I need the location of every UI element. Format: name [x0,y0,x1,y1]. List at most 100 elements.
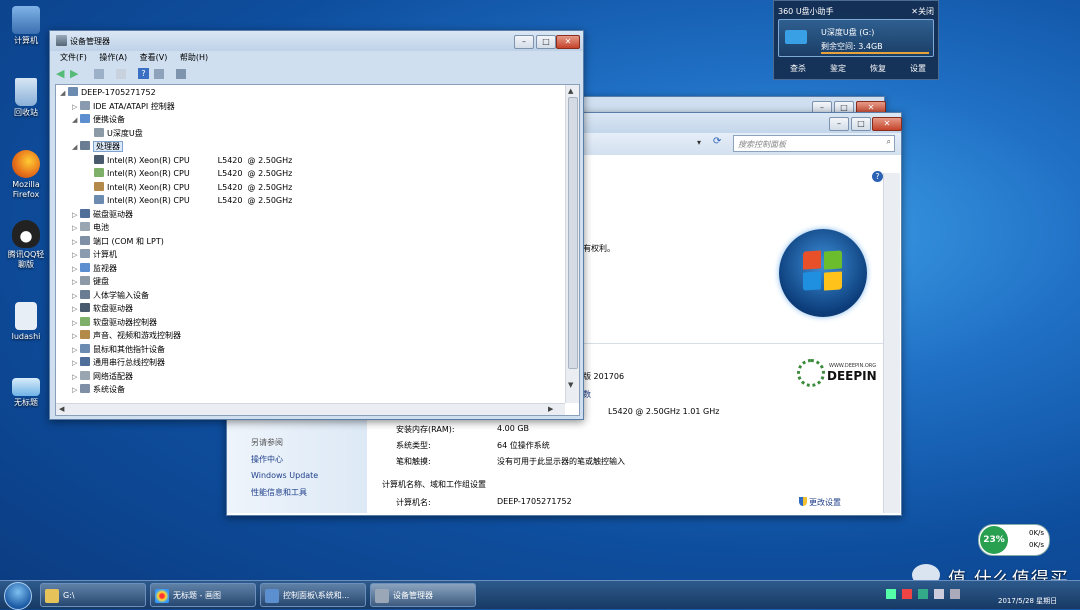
minimize-button[interactable]: – [514,35,534,49]
expand-arrow-icon[interactable]: ▷ [72,290,80,303]
tree-category[interactable]: ▷ 端口 (COM 和 LPT) [72,235,164,248]
tree-device[interactable]: Intel(R) Xeon(R) CPU L5420 @ 2.50GHz [86,194,292,207]
scroll-up-arrow-icon[interactable]: ▲ [568,87,573,95]
desktop-icon-firefox[interactable]: Mozilla Firefox [6,150,46,200]
tree-category[interactable]: ▷ 声音、视频和游戏控制器 [72,329,181,342]
tray-icon[interactable] [886,589,896,599]
forward-icon[interactable]: ▶ [70,67,78,80]
change-settings-link[interactable]: 更改设置 [799,497,841,508]
search-input[interactable]: 搜索控制面板 ⌕ [733,135,895,152]
tree-category[interactable]: ▷ 监视器 [72,262,117,275]
expand-arrow-icon[interactable]: ▷ [72,236,80,249]
close-button[interactable]: ✕ [872,117,902,131]
collapse-arrow-icon[interactable]: ◢ [60,87,68,100]
scroll-right-arrow-icon[interactable]: ▶ [548,405,553,413]
show-hide-icon[interactable] [116,69,126,79]
expand-arrow-icon[interactable]: ▷ [72,303,80,316]
usb-drive-card[interactable]: U深度U盘 (G:) 剩余空间: 3.4GB [778,19,934,57]
action-center-link[interactable]: 操作中心 [251,454,283,465]
scroll-thumb[interactable] [568,97,578,369]
maximize-button[interactable]: □ [851,117,871,131]
expand-arrow-icon[interactable]: ▷ [72,222,80,235]
tree-category[interactable]: ▷ 系统设备 [72,383,125,396]
scrollbar[interactable] [883,173,900,513]
tray-icon[interactable] [902,589,912,599]
scroll-down-arrow-icon[interactable]: ▼ [568,381,573,389]
back-icon[interactable]: ◀ [56,67,64,80]
expand-arrow-icon[interactable]: ▷ [72,209,80,222]
expand-arrow-icon[interactable]: ▷ [72,263,80,276]
tree-category[interactable]: ▷ 通用串行总线控制器 [72,356,165,369]
horizontal-scrollbar[interactable]: ◀ ▶ [56,403,565,415]
menu-file[interactable]: 文件(F) [60,53,87,62]
network-monitor-widget[interactable]: 23% 0K/s 0K/s [978,524,1050,556]
refresh-icon[interactable]: ⟳ [713,136,721,147]
menu-help[interactable]: 帮助(H) [180,53,208,62]
menu-view[interactable]: 查看(V) [140,53,168,62]
taskbar-button-device-manager[interactable]: 设备管理器 [370,583,476,607]
scan-hardware-icon[interactable] [176,69,186,79]
tree-device[interactable]: Intel(R) Xeon(R) CPU L5420 @ 2.50GHz [86,181,292,194]
restore-button[interactable]: 恢复 [870,63,886,74]
tree-category[interactable]: ▷ 软盘驱动器控制器 [72,316,157,329]
tree-category[interactable]: ▷ 软盘驱动器 [72,302,133,315]
minimize-button[interactable]: – [829,117,849,131]
expand-arrow-icon[interactable]: ▷ [72,344,80,357]
tree-device[interactable]: Intel(R) Xeon(R) CPU L5420 @ 2.50GHz [86,167,292,180]
properties-icon[interactable] [94,69,104,79]
expand-arrow-icon[interactable]: ▷ [72,101,80,114]
tree-category[interactable]: ▷ 人体学输入设备 [72,289,149,302]
expand-arrow-icon[interactable]: ▷ [72,330,80,343]
collapse-arrow-icon[interactable]: ◢ [72,141,80,154]
desktop-icon-untitled[interactable]: 无标题 [6,378,46,408]
taskbar-button-control-panel[interactable]: 控制面板\系统和... [260,583,366,607]
update-driver-icon[interactable] [154,69,164,79]
tree-category[interactable]: ▷ 磁盘驱动器 [72,208,133,221]
settings-button[interactable]: 设置 [910,63,926,74]
tree-category[interactable]: ◢ 便携设备 [72,113,125,126]
tree-category[interactable]: ▷ 网络适配器 [72,370,133,383]
tree-category[interactable]: ▷ 鼠标和其他指针设备 [72,343,165,356]
scan-button[interactable]: 查杀 [790,63,806,74]
volume-icon[interactable] [950,589,960,599]
tree-category[interactable]: ▷ 键盘 [72,275,109,288]
scroll-left-arrow-icon[interactable]: ◀ [59,405,64,413]
help-icon[interactable]: ? [138,68,149,79]
windows-update-link[interactable]: Windows Update [251,471,318,480]
edition-link[interactable]: 数 [583,389,591,400]
tree-category[interactable]: ▷ 电池 [72,221,109,234]
identify-button[interactable]: 鉴定 [830,63,846,74]
close-button[interactable]: ✕ [556,35,580,49]
device-manager-window[interactable]: 设备管理器 – □ ✕ 文件(F) 操作(A) 查看(V) 帮助(H) ◀ ▶ … [49,30,584,420]
desktop-icon-recycle-bin[interactable]: 回收站 [6,78,46,118]
taskbar-button-paint[interactable]: 无标题 - 画图 [150,583,256,607]
expand-arrow-icon[interactable]: ▷ [72,249,80,262]
network-icon[interactable] [934,589,944,599]
tree-device[interactable]: Intel(R) Xeon(R) CPU L5420 @ 2.50GHz [86,154,292,167]
tree-root[interactable]: ◢ DEEP-1705271752 [60,86,156,99]
performance-tools-link[interactable]: 性能信息和工具 [251,487,307,498]
expand-arrow-icon[interactable]: ▷ [72,384,80,397]
menu-action[interactable]: 操作(A) [99,53,127,62]
desktop-icon-qq[interactable]: 腾讯QQ轻聊版 [6,220,46,270]
tree-category[interactable]: ▷ IDE ATA/ATAPI 控制器 [72,100,175,113]
address-dropdown-icon[interactable]: ▾ [697,138,701,147]
help-icon[interactable]: ? [872,171,883,182]
tree-category[interactable]: ◢ 处理器 [72,140,123,153]
expand-arrow-icon[interactable]: ▷ [72,317,80,330]
vertical-scrollbar[interactable]: ▲ ▼ [565,85,579,403]
maximize-button[interactable]: □ [536,35,556,49]
tree-category[interactable]: ▷ 计算机 [72,248,117,261]
clock-date[interactable]: 2017/5/28 星期日 [998,596,1057,606]
expand-arrow-icon[interactable]: ▷ [72,276,80,289]
usb-helper-close-button[interactable]: ✕关闭 [911,6,934,17]
start-button[interactable] [4,582,32,610]
tray-icon[interactable] [918,589,928,599]
collapse-arrow-icon[interactable]: ◢ [72,114,80,127]
tree-device[interactable]: U深度U盘 [86,127,143,140]
taskbar-button-explorer[interactable]: G:\ [40,583,146,607]
expand-arrow-icon[interactable]: ▷ [72,357,80,370]
expand-arrow-icon[interactable]: ▷ [72,371,80,384]
desktop-icon-computer[interactable]: 计算机 [6,6,46,46]
desktop-icon-ludashi[interactable]: ludashi [6,302,46,342]
